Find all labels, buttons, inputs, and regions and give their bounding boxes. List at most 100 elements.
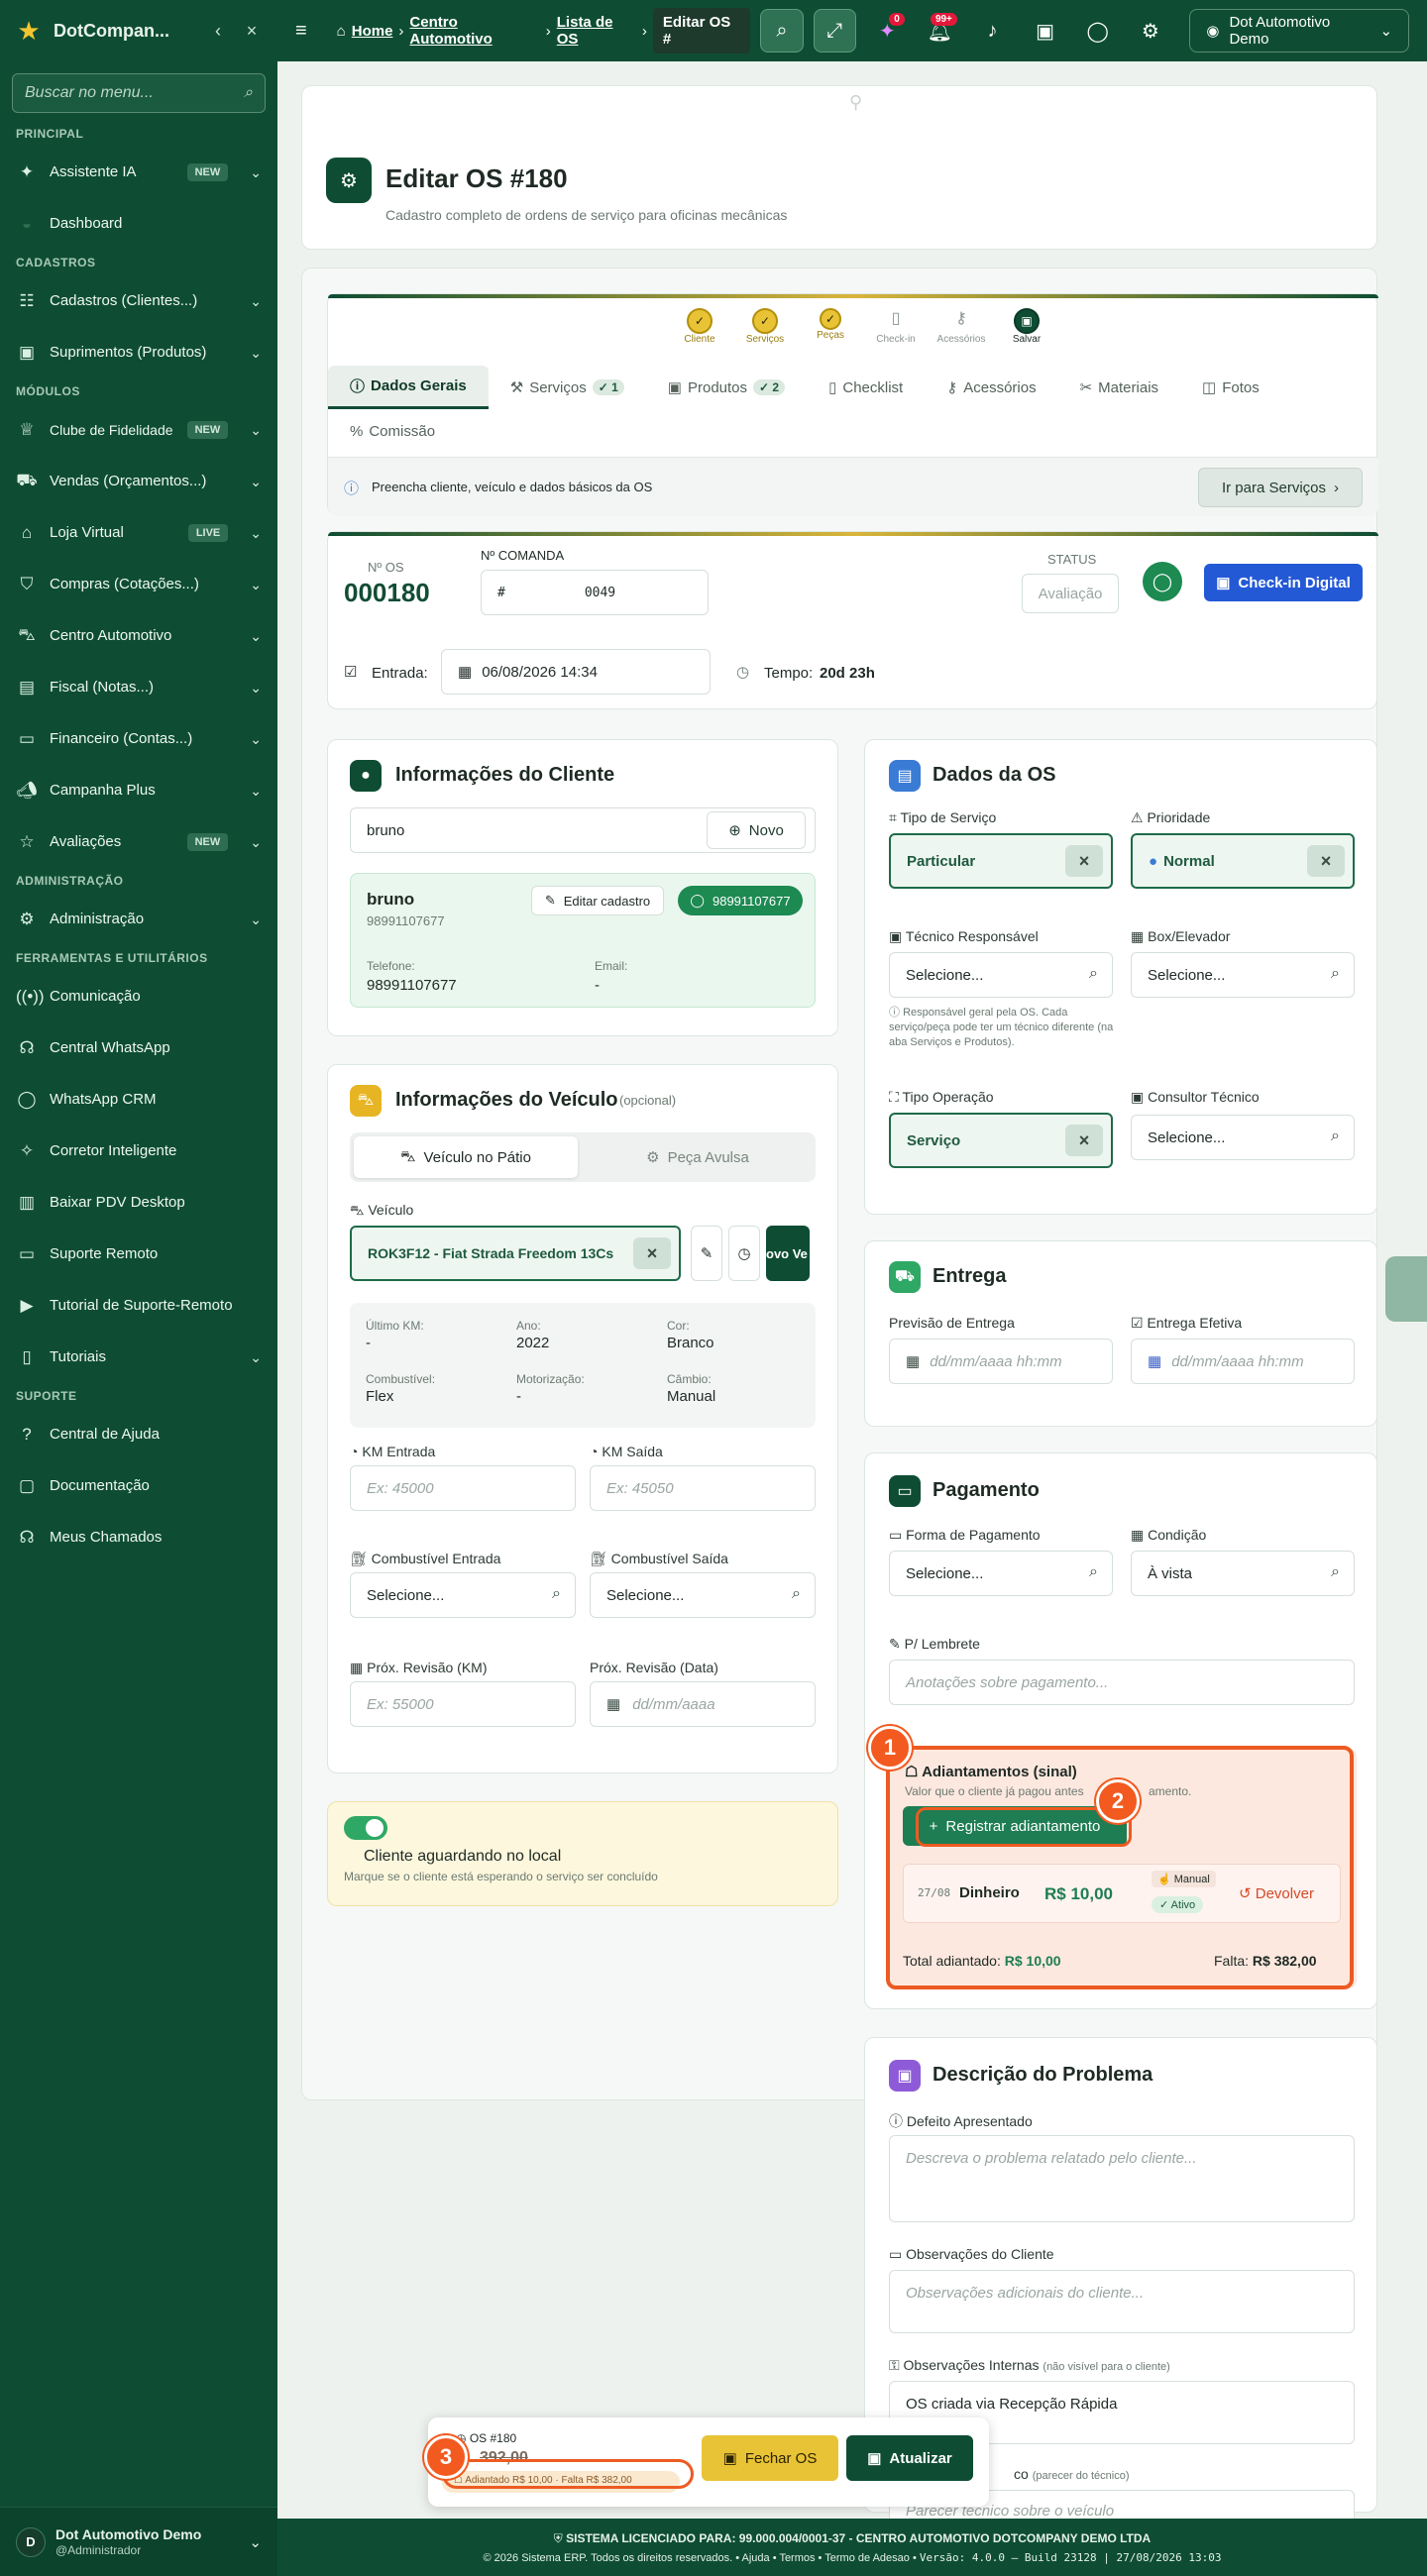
sidebar-item-documentacao[interactable]: ▢ Documentação bbox=[0, 1460, 277, 1512]
sidebar-item-clube[interactable]: ♕ Clube de Fidelidade NEW ⌄ bbox=[0, 404, 277, 456]
km-entrada-input[interactable]: Ex: 45000 bbox=[350, 1465, 576, 1511]
lembrete-input[interactable]: Anotações sobre pagamento... bbox=[889, 1660, 1355, 1705]
close-icon[interactable]: × bbox=[240, 21, 264, 42]
sidebar-item-tutoriais[interactable]: ▯ Tutoriais ⌄ bbox=[0, 1332, 277, 1383]
user-menu-button[interactable]: ◉ Dot Automotivo Demo ⌄ bbox=[1189, 9, 1410, 53]
operacao-select[interactable]: Serviço × bbox=[889, 1113, 1113, 1168]
step-pecas[interactable]: ✓ Peças bbox=[806, 308, 855, 345]
side-drawer-handle[interactable] bbox=[1385, 1256, 1427, 1322]
step-cliente[interactable]: ✓ Cliente bbox=[675, 308, 724, 345]
sidebar-search-input[interactable]: Buscar no menu... ⌕ bbox=[12, 73, 266, 113]
sidebar-item-meus-chamados[interactable]: ☊ Meus Chamados bbox=[0, 1512, 277, 1563]
consultor-select[interactable]: Selecione... ⌕ bbox=[1131, 1115, 1355, 1160]
defeito-textarea[interactable]: Descreva o problema relatado pelo client… bbox=[889, 2135, 1355, 2222]
sidebar-item-comunicacao[interactable]: ((•)) Comunicação bbox=[0, 971, 277, 1022]
entrada-datetime-input[interactable]: ▦ 06/08/2026 14:34 bbox=[441, 649, 711, 695]
sidebar-user[interactable]: D Dot Automotivo Demo @Administrador ⌄ bbox=[0, 2507, 277, 2576]
collapse-chevron-icon[interactable]: ‹ bbox=[206, 21, 230, 42]
tab-materiais[interactable]: ✂ Materiais bbox=[1058, 366, 1180, 409]
sidebar-item-suporte-remoto[interactable]: ▭ Suporte Remoto bbox=[0, 1229, 277, 1280]
tab-dados-gerais[interactable]: ⓘ Dados Gerais bbox=[328, 366, 489, 409]
sidebar-item-central-whatsapp[interactable]: ☊ Central WhatsApp bbox=[0, 1022, 277, 1074]
edit-vehicle-button[interactable]: ✎ bbox=[691, 1226, 722, 1281]
sidebar-item-tutorial-suporte[interactable]: ▶ Tutorial de Suporte-Remoto bbox=[0, 1280, 277, 1332]
edit-client-button[interactable]: ✎ Editar cadastro bbox=[531, 886, 664, 915]
sidebar-item-corretor[interactable]: ✧ Corretor Inteligente bbox=[0, 1126, 277, 1177]
previsao-input[interactable]: ▦ dd/mm/aaaa hh:mm bbox=[889, 1339, 1113, 1384]
prox-data-input[interactable]: ▦ dd/mm/aaaa bbox=[590, 1681, 816, 1727]
obs-cliente-textarea[interactable]: Observações adicionais do cliente... bbox=[889, 2270, 1355, 2333]
sidebar-item-whatsapp-crm[interactable]: ◯ WhatsApp CRM bbox=[0, 1074, 277, 1126]
sidebar-item-suprimentos[interactable]: ▣ Suprimentos (Produtos) ⌄ bbox=[0, 327, 277, 378]
tab-comissao[interactable]: % Comissão bbox=[328, 409, 457, 453]
sidebar-item-fiscal[interactable]: ▤ Fiscal (Notas...) ⌄ bbox=[0, 662, 277, 713]
prioridade-select[interactable]: ● Normal × bbox=[1131, 833, 1355, 889]
notifications-button[interactable]: 🔔︎ 99+ bbox=[919, 9, 961, 53]
sidebar-item-cadastros[interactable]: ☷ Cadastros (Clientes...) ⌄ bbox=[0, 275, 277, 327]
client-whatsapp-button[interactable]: ◯ 98991107677 bbox=[678, 886, 803, 915]
breadcrumb-centro[interactable]: Centro Automotivo bbox=[409, 14, 539, 48]
sidebar-item-compras[interactable]: ⛉ Compras (Cotações...) ⌄ bbox=[0, 559, 277, 610]
fullscreen-button[interactable]: ⤢ bbox=[813, 9, 856, 53]
comb-entrada-select[interactable]: Selecione... ⌕ bbox=[350, 1572, 576, 1618]
search-button[interactable]: ⌕ bbox=[760, 9, 804, 53]
whatsapp-button[interactable]: ◯ bbox=[1076, 9, 1119, 53]
sidebar-item-campanha[interactable]: 📣︎ Campanha Plus ⌄ bbox=[0, 765, 277, 816]
pin-icon[interactable]: ⚲ bbox=[849, 92, 862, 113]
waiting-toggle[interactable] bbox=[344, 1816, 387, 1840]
chat-button[interactable]: ▣ bbox=[1024, 9, 1066, 53]
link-termos[interactable]: Termos bbox=[779, 2552, 815, 2564]
ai-button[interactable]: ✦ 0 bbox=[866, 9, 909, 53]
step-servicos[interactable]: ✓ Serviços bbox=[740, 308, 790, 345]
sidebar-item-centro[interactable]: ⛍ Centro Automotivo ⌄ bbox=[0, 610, 277, 662]
tab-checklist[interactable]: ▯ Checklist bbox=[807, 366, 925, 409]
close-os-button[interactable]: ▣ Fechar OS bbox=[702, 2435, 838, 2481]
step-salvar[interactable]: ▣ Salvar bbox=[1002, 308, 1051, 345]
efetiva-input[interactable]: ▦ dd/mm/aaaa hh:mm bbox=[1131, 1339, 1355, 1384]
step-checkin[interactable]: ▯ Check-in bbox=[871, 308, 921, 345]
settings-button[interactable]: ⚙ bbox=[1129, 9, 1171, 53]
condicao-select[interactable]: À vista ⌕ bbox=[1131, 1551, 1355, 1596]
tipo-servico-select[interactable]: Particular × bbox=[889, 833, 1113, 889]
status-select[interactable]: Avaliação bbox=[1022, 574, 1119, 613]
sidebar-item-vendas[interactable]: ⛟ Vendas (Orçamentos...) ⌄ bbox=[0, 456, 277, 507]
checkin-digital-button[interactable]: ▣ Check-in Digital bbox=[1204, 564, 1363, 601]
tab-produtos[interactable]: ▣ Produtos ✓ 2 bbox=[646, 366, 807, 409]
sidebar-item-administracao[interactable]: ⚙ Administração ⌄ bbox=[0, 894, 277, 945]
sidebar-item-baixar-pdv[interactable]: ▥ Baixar PDV Desktop bbox=[0, 1177, 277, 1229]
breadcrumb-lista[interactable]: Lista de OS bbox=[557, 14, 636, 48]
tecnico-select[interactable]: Selecione... ⌕ bbox=[889, 952, 1113, 998]
clear-operacao-button[interactable]: × bbox=[1065, 1125, 1103, 1156]
clear-vehicle-button[interactable]: × bbox=[633, 1237, 671, 1269]
menu-icon[interactable]: ≡ bbox=[295, 20, 307, 43]
tab-fotos[interactable]: ◫ Fotos bbox=[1180, 366, 1281, 409]
link-ajuda[interactable]: Ajuda bbox=[742, 2552, 770, 2564]
breadcrumb-home[interactable]: Home bbox=[352, 23, 393, 40]
sidebar-item-financeiro[interactable]: ▭ Financeiro (Contas...) ⌄ bbox=[0, 713, 277, 765]
comb-saida-select[interactable]: Selecione... ⌕ bbox=[590, 1572, 816, 1618]
sidebar-item-central-ajuda[interactable]: ? Central de Ajuda bbox=[0, 1409, 277, 1460]
tab-peca-avulsa[interactable]: ⚙ Peça Avulsa bbox=[584, 1136, 812, 1178]
prox-km-input[interactable]: Ex: 55000 bbox=[350, 1681, 576, 1727]
sidebar-item-dashboard[interactable]: ◒ Dashboard bbox=[0, 198, 277, 250]
forma-select[interactable]: Selecione... ⌕ bbox=[889, 1551, 1113, 1596]
link-adesao[interactable]: Termo de Adesao bbox=[824, 2552, 910, 2564]
sidebar-item-assistente[interactable]: ✦ Assistente IA NEW ⌄ bbox=[0, 147, 277, 198]
update-button[interactable]: ▣ Atualizar bbox=[846, 2435, 973, 2481]
vehicle-history-button[interactable]: ◷ bbox=[728, 1226, 760, 1281]
tab-veiculo-patio[interactable]: ⛍ Veículo no Pátio bbox=[354, 1136, 578, 1178]
km-saida-input[interactable]: Ex: 45050 bbox=[590, 1465, 816, 1511]
sidebar-item-avaliacoes[interactable]: ☆ Avaliações NEW ⌄ bbox=[0, 816, 277, 868]
box-select[interactable]: Selecione... ⌕ bbox=[1131, 952, 1355, 998]
comanda-input[interactable]: #0049 bbox=[481, 570, 709, 615]
go-services-button[interactable]: Ir para Serviços › bbox=[1198, 468, 1363, 507]
clear-tipo-button[interactable]: × bbox=[1065, 845, 1103, 877]
alerts-button[interactable]: ♪ bbox=[971, 9, 1014, 53]
new-client-button[interactable]: ⊕ Novo bbox=[707, 811, 806, 849]
new-vehicle-button[interactable]: ovo Ve bbox=[766, 1226, 810, 1281]
step-acessorios[interactable]: ⚷ Acessórios bbox=[936, 308, 986, 345]
sidebar-item-loja[interactable]: ⌂ Loja Virtual LIVE ⌄ bbox=[0, 507, 277, 559]
vehicle-select[interactable]: ROK3F12 - Fiat Strada Freedom 13Cs × bbox=[350, 1226, 681, 1281]
tab-servicos[interactable]: ⚒ Serviços ✓ 1 bbox=[489, 366, 646, 409]
tab-acessorios[interactable]: ⚷ Acessórios bbox=[925, 366, 1057, 409]
